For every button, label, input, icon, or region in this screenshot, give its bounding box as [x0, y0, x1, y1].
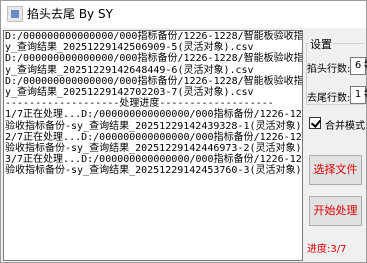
- log-output[interactable]: D:/000000000000000/000指标备份/1226-1228/智能板…: [3, 30, 303, 261]
- tail-rows-label: 去尾行数:: [307, 93, 351, 104]
- head-rows-label: 掐头行数:: [307, 64, 351, 75]
- progress-text: 进度:3/7: [307, 244, 347, 255]
- log-line: D:/000000000000000/000指标备份/1226-1228/智能板…: [5, 75, 303, 87]
- check-icon: [310, 117, 322, 128]
- merge-mode-label: 合并模式: [325, 121, 365, 132]
- select-file-button[interactable]: 选择文件: [309, 155, 362, 185]
- log-line: 3/7正在处理...D:/000000000000000/000指标备份/122…: [5, 154, 302, 166]
- log-line: D:/000000000000000/000指标备份/1226-1228/智能板…: [5, 31, 303, 42]
- start-button[interactable]: 开始处理: [309, 196, 362, 226]
- log-line: 2/7正在处理...D:/000000000000000/000指标备份/122…: [5, 131, 302, 143]
- checkbox-box[interactable]: [309, 117, 322, 129]
- log-line: y_查询结果_20251229142506909-5(灵活对象).csv: [5, 42, 254, 54]
- log-line: 1/7正在处理...D:/000000000000000/000指标备份/122…: [5, 109, 302, 121]
- log-line: D:/000000000000000/000指标备份/1226-1228/智能板…: [5, 53, 303, 65]
- merge-mode-checkbox[interactable]: 合并模式: [307, 114, 367, 132]
- log-line: 验收指标备份-sy_查询结果_20251229142439328-1(灵活对象)…: [5, 120, 303, 132]
- title-bar: 掐头去尾 By SY: [1, 1, 366, 28]
- app-icon: [7, 6, 23, 22]
- log-separator: -------------------处理进度-----------------…: [5, 98, 274, 110]
- settings-group-label: 设置: [309, 36, 333, 52]
- log-line: y_查询结果_20251229142702203-7(灵活对象).csv: [5, 87, 254, 99]
- window-title: 掐头去尾 By SY: [27, 7, 113, 21]
- log-line: y_查询结果_20251229142648449-6(灵活对象).csv: [5, 64, 254, 76]
- settings-panel: 设置 掐头行数: 6 去尾行数: 1 合并模式 选择文件 开始处理 进度:3/7: [304, 30, 367, 261]
- log-line: 验收指标备份-sy_查询结果_20251229142453760-3(灵活对象)…: [5, 165, 303, 177]
- app-window: 掐头去尾 By SY D:/000000000000000/000指标备份/12…: [0, 0, 367, 263]
- log-line: 验收指标备份-sy_查询结果_20251229142446973-2(灵活对象)…: [5, 143, 303, 155]
